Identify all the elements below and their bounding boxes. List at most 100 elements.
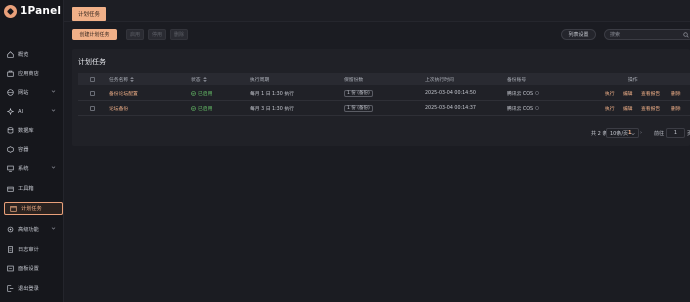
- row-checkbox[interactable]: [90, 105, 95, 111]
- search-icon[interactable]: [683, 32, 689, 38]
- sidebar-item-label: 计划任务: [21, 206, 42, 212]
- pagination: 共 2 条 10条/页 ‹ 1 › 前往 1 页: [72, 128, 690, 140]
- create-cronjob-button[interactable]: 创建计划任务: [72, 29, 117, 40]
- list-settings-button[interactable]: 列表设置: [561, 29, 596, 40]
- sidebar: 1Panel 概览应用商店网站 AI 数据库容器系统工具箱计划任务高级功能日志审计面…: [0, 0, 64, 302]
- status-badge[interactable]: 已启用: [191, 101, 212, 115]
- op-report-button[interactable]: 查看报告: [641, 101, 660, 115]
- toolbox-icon: [7, 185, 14, 192]
- database-icon: [7, 127, 14, 134]
- container-icon: [7, 146, 14, 153]
- next-page-button[interactable]: ›: [638, 129, 644, 137]
- advanced-icon: [7, 226, 14, 233]
- chevron-down-icon: [631, 133, 635, 136]
- sidebar-item-4[interactable]: AI: [0, 105, 63, 118]
- op-delete-button[interactable]: 删除: [671, 86, 681, 100]
- sidebar-item-2[interactable]: 应用商店: [0, 67, 63, 80]
- sidebar-item-10[interactable]: 高级功能: [0, 223, 63, 236]
- status-text: 已启用: [198, 91, 213, 97]
- sidebar-item-label: 高级功能: [18, 227, 39, 233]
- sidebar-item-label: 概览: [18, 52, 29, 58]
- task-name-link[interactable]: 论坛备份: [109, 101, 128, 115]
- tab-cronjob[interactable]: 计划任务: [72, 7, 107, 21]
- goto-page-input[interactable]: 1: [666, 128, 685, 138]
- task-name-link[interactable]: 备份论坛配置: [109, 86, 138, 100]
- table-row: 论坛备份 已启用 每月 3 日 1:30 执行 1 份 (备份) 2025-03-04 …: [78, 101, 690, 116]
- select-all-checkbox[interactable]: [90, 76, 95, 82]
- retain-tag: 1 份 (备份): [344, 89, 373, 97]
- header-retain: 保留份数: [344, 77, 364, 83]
- period-cell: 每月 1 日 1:30 执行: [250, 91, 294, 97]
- retain-tag: 1 份 (备份): [344, 104, 373, 112]
- op-edit-button[interactable]: 编辑: [623, 86, 633, 100]
- status-badge[interactable]: 已启用: [191, 86, 212, 100]
- info-circle-icon[interactable]: [535, 91, 539, 95]
- last-run-cell: 2025-03-04 00:14:50: [425, 90, 476, 96]
- sidebar-item-label: 工具箱: [18, 186, 34, 192]
- sidebar-item-11[interactable]: 日志审计: [0, 243, 63, 256]
- op-delete-button[interactable]: 删除: [671, 101, 681, 115]
- sidebar-item-label: 容器: [18, 147, 29, 153]
- table-header: 任务名称 状态 执行周期 保留份数 上次执行时间 备份账号 操作: [78, 73, 690, 85]
- op-run-button[interactable]: 执行: [605, 86, 615, 100]
- delete-button[interactable]: 删除: [170, 29, 188, 40]
- last-run-cell: 2025-03-04 00:14:37: [425, 105, 476, 111]
- info-circle-icon[interactable]: [535, 106, 539, 110]
- sidebar-item-1[interactable]: 概览: [0, 48, 63, 61]
- sidebar-item-label: 面板设置: [18, 266, 39, 272]
- page-size-select[interactable]: 10条/页: [606, 128, 639, 138]
- main-area: 计划任务 创建计划任务 启用 停用 删除 列表设置 计划任务 任务名称 状态 执…: [64, 0, 690, 302]
- chevron-down-icon: [51, 90, 56, 93]
- header-last-run: 上次执行时间: [425, 77, 454, 83]
- chevron-down-icon: [51, 166, 56, 169]
- sidebar-item-label: 网站: [18, 90, 29, 96]
- header-backup: 备份账号: [507, 77, 527, 83]
- op-report-button[interactable]: 查看报告: [641, 86, 660, 100]
- enable-button[interactable]: 启用: [126, 29, 144, 40]
- current-page[interactable]: 1: [628, 128, 631, 138]
- table-row: 备份论坛配置 已启用 每月 1 日 1:30 执行 1 份 (备份) 2025-03-0…: [78, 86, 690, 101]
- row-checkbox[interactable]: [90, 90, 95, 96]
- chevron-down-icon: [51, 227, 56, 230]
- globe-icon: [7, 89, 14, 96]
- status-text: 已启用: [198, 106, 213, 112]
- logo[interactable]: 1Panel: [0, 0, 63, 22]
- sidebar-item-7[interactable]: 系统: [0, 162, 63, 175]
- system-icon: [7, 165, 14, 172]
- app-name: 1Panel: [20, 5, 62, 17]
- disable-button[interactable]: 停用: [148, 29, 166, 40]
- op-edit-button[interactable]: 编辑: [623, 101, 633, 115]
- sidebar-item-5[interactable]: 数据库: [0, 124, 63, 137]
- sidebar-item-9[interactable]: 计划任务: [4, 202, 63, 215]
- home-icon: [7, 51, 14, 58]
- sidebar-item-12[interactable]: 面板设置: [0, 262, 63, 275]
- sidebar-item-label: 应用商店: [18, 71, 39, 77]
- prev-page-button[interactable]: ‹: [614, 129, 620, 137]
- check-circle-icon: [191, 90, 196, 96]
- goto-label: 前往: [654, 130, 665, 137]
- sidebar-item-8[interactable]: 工具箱: [0, 182, 63, 195]
- sort-icon[interactable]: [202, 76, 207, 82]
- sidebar-item-3[interactable]: 网站: [0, 86, 63, 99]
- log-icon: [7, 246, 14, 253]
- period-cell: 每月 3 日 1:30 执行: [250, 106, 294, 112]
- sidebar-item-13[interactable]: 退出登录: [0, 282, 63, 295]
- header-status[interactable]: 状态: [191, 73, 207, 85]
- calendar-icon: [10, 205, 17, 212]
- backup-account-text: 腾讯云 COS: [507, 106, 534, 112]
- op-run-button[interactable]: 执行: [605, 101, 615, 115]
- check-circle-icon: [191, 105, 196, 111]
- settings-icon: [7, 265, 14, 272]
- sidebar-item-6[interactable]: 容器: [0, 143, 63, 156]
- toolbar: 创建计划任务 启用 停用 删除 列表设置: [72, 29, 690, 41]
- sort-icon[interactable]: [130, 76, 135, 82]
- total-count: 共 2 条: [591, 130, 608, 137]
- backup-account-cell: 腾讯云 COS: [507, 101, 539, 115]
- search-input[interactable]: [610, 30, 680, 39]
- store-icon: [7, 70, 14, 77]
- sidebar-item-label: 日志审计: [18, 247, 39, 253]
- logout-icon: [7, 285, 14, 292]
- card-title: 计划任务: [78, 58, 106, 66]
- top-tab-bar: 计划任务: [64, 0, 690, 22]
- header-name[interactable]: 任务名称: [109, 73, 135, 85]
